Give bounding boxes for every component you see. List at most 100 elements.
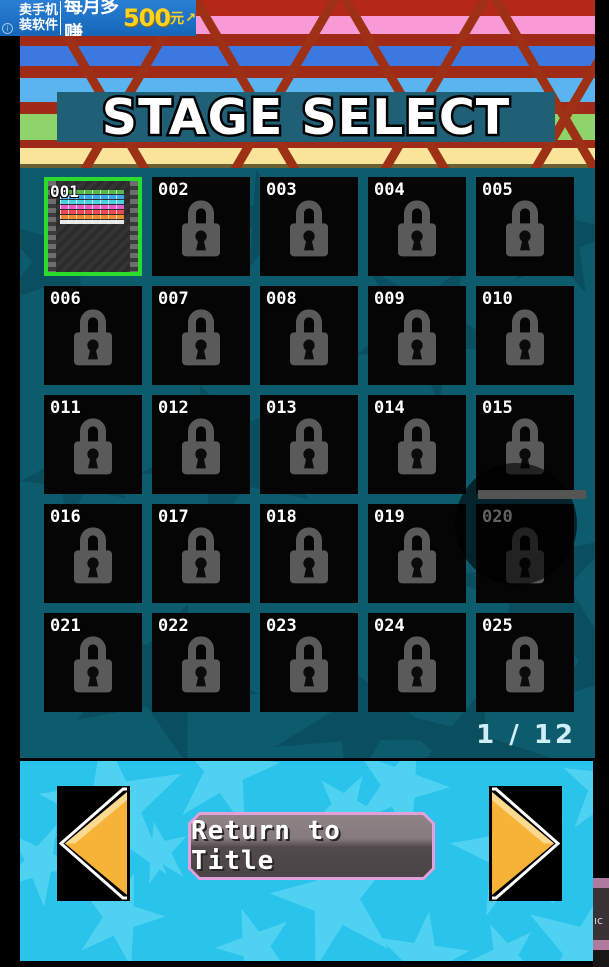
preview-brick-row-5 — [60, 215, 124, 219]
padlock-icon — [182, 526, 220, 583]
padlock-icon — [74, 526, 112, 583]
stage-number-label: 023 — [266, 616, 297, 636]
stage-tile-006[interactable]: 006 — [44, 286, 142, 385]
preview-rail-right — [130, 181, 138, 272]
stage-tile-018[interactable]: 018 — [260, 504, 358, 603]
padlock-icon — [182, 417, 220, 474]
stage-number-label: 008 — [266, 289, 297, 309]
padlock-icon — [398, 526, 436, 583]
stage-tile-014[interactable]: 014 — [368, 395, 466, 494]
stage-grid: 001 002 003 004 005 006 007 008 009 010 011 012 013 0… — [44, 177, 574, 712]
stage-tile-025[interactable]: 025 — [476, 613, 574, 712]
stage-number-label: 025 — [482, 616, 513, 636]
stage-tile-022[interactable]: 022 — [152, 613, 250, 712]
stage-tile-003[interactable]: 003 — [260, 177, 358, 276]
stage-number-label: 002 — [158, 180, 189, 200]
left-arrow-icon — [58, 787, 127, 900]
ad-info-icon[interactable]: i — [2, 23, 13, 34]
stage-number-label: 014 — [374, 398, 405, 418]
stage-tile-010[interactable]: 010 — [476, 286, 574, 385]
stage-tile-013[interactable]: 013 — [260, 395, 358, 494]
bottom-star-7 — [204, 895, 307, 961]
stage-tile-011[interactable]: 011 — [44, 395, 142, 494]
padlock-icon — [74, 417, 112, 474]
stage-tile-001[interactable]: 001 — [44, 177, 142, 276]
ad-headline-b: 500 — [122, 4, 171, 32]
padlock-icon — [74, 635, 112, 692]
stage-grid-area: 001 002 003 004 005 006 007 008 009 010 011 012 013 0… — [0, 168, 609, 758]
ad-banner[interactable]: i 卖手机 装软件 每月多赚 500 元 ↗ — [0, 0, 196, 36]
padlock-icon — [506, 199, 544, 256]
stage-number-label: 006 — [50, 289, 81, 309]
padlock-icon — [398, 417, 436, 474]
page-indicator: 1 / 12 — [476, 720, 576, 750]
ad-headline-c: 元 — [170, 11, 185, 27]
stage-select-screen: STAGE SELECT i 卖手机 装软件 每月多赚 500 元 ↗ 001 002 0… — [0, 0, 609, 967]
stage-tile-016[interactable]: 016 — [44, 504, 142, 603]
stage-tile-019[interactable]: 019 — [368, 504, 466, 603]
preview-brick-row-4 — [60, 210, 124, 214]
stage-number-label: 020 — [482, 507, 513, 527]
ad-left-text: 卖手机 装软件 — [17, 1, 61, 35]
padlock-icon — [506, 417, 544, 474]
stage-tile-004[interactable]: 004 — [368, 177, 466, 276]
stage-number-label: 013 — [266, 398, 297, 418]
ad-arrow-icon: ↗ — [185, 10, 196, 26]
stage-number-label: 022 — [158, 616, 189, 636]
padlock-icon — [398, 199, 436, 256]
next-page-button[interactable] — [489, 786, 562, 901]
stage-number-label: 018 — [266, 507, 297, 527]
stage-tile-005[interactable]: 005 — [476, 177, 574, 276]
stage-number-label: 004 — [374, 180, 405, 200]
ad-line-2: 装软件 — [18, 18, 58, 33]
stage-tile-012[interactable]: 012 — [152, 395, 250, 494]
padlock-icon — [290, 308, 328, 365]
padlock-icon — [506, 526, 544, 583]
corner-artifact: ıc — [593, 878, 609, 967]
right-arrow-icon — [492, 787, 561, 900]
padlock-icon — [182, 308, 220, 365]
padlock-icon — [506, 635, 544, 692]
stage-tile-024[interactable]: 024 — [368, 613, 466, 712]
stage-number-label: 021 — [50, 616, 81, 636]
padlock-icon — [290, 199, 328, 256]
return-button-label: Return to Title — [191, 816, 341, 876]
header-right-margin — [595, 0, 609, 168]
stage-number-label: 019 — [374, 507, 405, 527]
prev-page-button[interactable] — [57, 786, 130, 901]
stage-tile-007[interactable]: 007 — [152, 286, 250, 385]
bottom-star-8 — [369, 905, 476, 961]
stage-number-label: 015 — [482, 398, 513, 418]
stage-number-label: 003 — [266, 180, 297, 200]
stage-number-label: 005 — [482, 180, 513, 200]
corner-artifact-text: ıc — [594, 914, 604, 927]
stage-tile-021[interactable]: 021 — [44, 613, 142, 712]
stage-number-label: 016 — [50, 507, 81, 527]
stage-tile-009[interactable]: 009 — [368, 286, 466, 385]
padlock-icon — [290, 526, 328, 583]
stage-number-label: 017 — [158, 507, 189, 527]
page-title: STAGE SELECT — [99, 86, 511, 148]
preview-brick-row-6 — [60, 220, 124, 224]
padlock-icon — [398, 308, 436, 365]
stage-number-label: 007 — [158, 289, 189, 309]
padlock-icon — [290, 635, 328, 692]
ad-headline-a: 每月多赚 — [64, 0, 119, 36]
stage-tile-002[interactable]: 002 — [152, 177, 250, 276]
return-to-title-button[interactable]: Return to Title — [191, 815, 432, 877]
stage-tile-023[interactable]: 023 — [260, 613, 358, 712]
ad-headline: 每月多赚 500 元 ↗ — [64, 0, 196, 36]
stage-number-label: 012 — [158, 398, 189, 418]
padlock-icon — [182, 635, 220, 692]
stage-number-label: 009 — [374, 289, 405, 309]
padlock-icon — [506, 308, 544, 365]
stage-tile-008[interactable]: 008 — [260, 286, 358, 385]
stage-tile-015[interactable]: 015 — [476, 395, 574, 494]
padlock-icon — [182, 199, 220, 256]
preview-brick-row-3 — [60, 205, 124, 209]
stage-tile-020[interactable]: 020 — [476, 504, 574, 603]
ad-line-1: 卖手机 — [18, 3, 58, 18]
stage-number-label: 011 — [50, 398, 81, 418]
padlock-icon — [290, 417, 328, 474]
stage-tile-017[interactable]: 017 — [152, 504, 250, 603]
